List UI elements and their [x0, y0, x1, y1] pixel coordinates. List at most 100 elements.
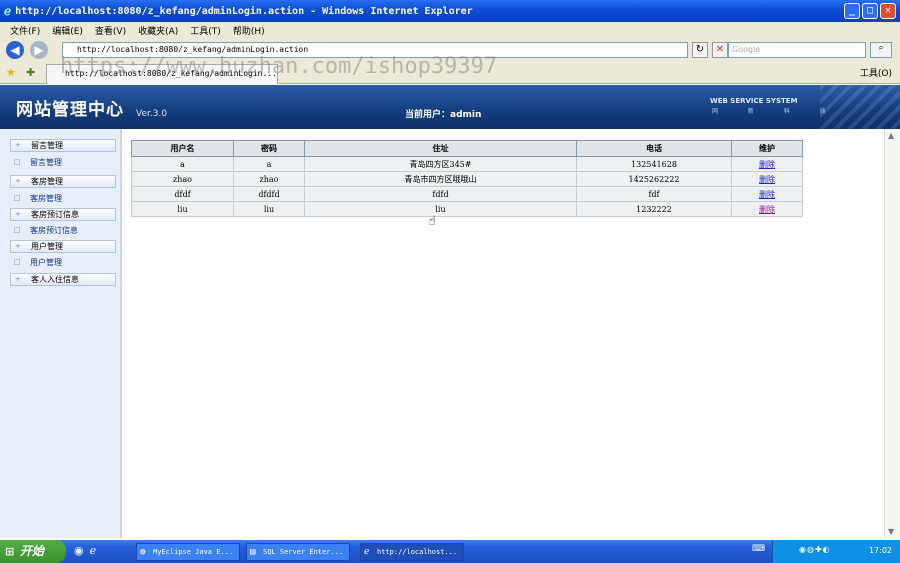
table-row: dfdf dfdfd fdfd fdf 删除: [131, 186, 803, 202]
cell-actions: 删除: [731, 171, 803, 187]
address-url: http://localhost:8080/z_kefang/adminLogi…: [77, 45, 309, 54]
sidebar-item-message-head[interactable]: + 留言管理: [10, 139, 116, 152]
delete-link[interactable]: 删除: [759, 205, 775, 214]
menu-edit[interactable]: 编辑(E): [52, 24, 83, 37]
scroll-down-icon[interactable]: ▼: [888, 527, 894, 536]
cell-address: 青岛市四方区哦哦山: [304, 171, 577, 187]
cell-username: liu: [131, 201, 234, 217]
cell-address: fdfd: [304, 186, 577, 202]
menu-favorites[interactable]: 收藏夹(A): [138, 24, 178, 37]
task-myeclipse[interactable]: ◍ MyEclipse Java E...: [136, 543, 240, 561]
cell-actions: 删除: [731, 186, 803, 202]
forward-icon[interactable]: ▶: [30, 41, 48, 59]
menu-tools[interactable]: 工具(T): [190, 24, 221, 37]
system-tray: ◉◍✚◐ 17:02: [772, 540, 900, 563]
sidebar-item-user[interactable]: □ 用户管理: [10, 257, 116, 270]
cell-password: liu: [233, 201, 305, 217]
delete-link[interactable]: 删除: [759, 175, 775, 184]
cell-username: dfdf: [131, 186, 234, 202]
keyboard-icon[interactable]: ⌨: [752, 544, 765, 558]
site-version: Ver.3.0: [136, 109, 168, 119]
system-name: WEB SERVICE SYSTEM: [710, 97, 798, 105]
sql-server-icon: ▤: [250, 547, 256, 557]
window-titlebar[interactable]: ℯ http://localhost:8080/z_kefang/adminLo…: [0, 0, 900, 22]
cell-password: zhao: [233, 171, 305, 187]
delete-link[interactable]: 删除: [759, 160, 775, 169]
start-label: 开始: [20, 544, 45, 558]
header-actions: 维护: [731, 140, 803, 157]
table-header-row: 用户名 密码 住址 电话 维护: [131, 140, 803, 157]
sidebar-item-user-head[interactable]: + 用户管理: [10, 240, 116, 253]
desktop-icon[interactable]: ◉: [74, 544, 84, 557]
sidebar-item-booking-head[interactable]: + 客房预订信息: [10, 208, 116, 221]
cell-actions: 删除: [731, 201, 803, 217]
task-ie[interactable]: ℯ http://localhost...: [360, 543, 464, 561]
scroll-up-icon[interactable]: ▲: [888, 131, 894, 140]
header-username: 用户名: [131, 140, 234, 157]
item-icon: □: [14, 226, 21, 234]
cell-username: zhao: [131, 171, 234, 187]
current-user: 当前用户：admin: [405, 110, 482, 120]
sidebar-item-message[interactable]: □ 留言管理: [10, 157, 116, 170]
myeclipse-icon: ◍: [140, 547, 146, 557]
item-icon: □: [14, 158, 21, 166]
header-password: 密码: [233, 140, 305, 157]
sidebar: + 留言管理 □ 留言管理 + 客房管理 □ 客房管理 + 客房预订信息 □ 客房预订信息 …: [0, 129, 122, 538]
quick-launch: ◉ ℯ: [74, 544, 96, 557]
vertical-scrollbar[interactable]: ▲ ▼: [884, 129, 900, 538]
site-logo: 网站管理中心: [16, 100, 124, 120]
cell-phone: 1232222: [576, 201, 732, 217]
window-title: http://localhost:8080/z_kefang/adminLogi…: [15, 5, 473, 17]
cell-username: a: [131, 156, 234, 172]
watermark-text: https://www.huzhan.com/ishop39397: [60, 54, 498, 79]
menu-view[interactable]: 查看(V): [95, 24, 126, 37]
windows-flag-icon: ⊞: [5, 545, 15, 558]
taskbar: ⊞ 开始 ◉ ℯ ◍ MyEclipse Java E... ▤ SQL Serve…: [0, 540, 900, 563]
sidebar-item-room[interactable]: □ 客房管理: [10, 193, 116, 206]
minimize-button[interactable]: _: [844, 3, 860, 19]
sidebar-item-room-head[interactable]: + 客房管理: [10, 175, 116, 188]
table-row: a a 青岛四方区345# 132541628 删除: [131, 156, 803, 172]
expand-icon: +: [15, 242, 21, 250]
expand-icon: +: [15, 275, 21, 283]
cell-actions: 删除: [731, 156, 803, 172]
stop-icon[interactable]: ✕: [712, 42, 728, 58]
tools-button[interactable]: 工具(O): [860, 66, 892, 79]
cell-address: 青岛四方区345#: [304, 156, 577, 172]
menu-help[interactable]: 帮助(H): [233, 24, 265, 37]
table-row: zhao zhao 青岛市四方区哦哦山 1425262222 删除: [131, 171, 803, 187]
search-input[interactable]: Google: [728, 42, 866, 58]
expand-icon: +: [15, 177, 21, 185]
close-button[interactable]: ✕: [880, 3, 896, 19]
sidebar-item-checkin-head[interactable]: + 客人入住信息: [10, 273, 116, 286]
delete-link[interactable]: 删除: [759, 190, 775, 199]
back-icon[interactable]: ◀: [6, 41, 24, 59]
header-phone: 电话: [576, 140, 732, 157]
ie-logo-icon: ℯ: [4, 4, 12, 18]
menu-file[interactable]: 文件(F): [10, 24, 40, 37]
cell-password: a: [233, 156, 305, 172]
header-address: 住址: [304, 140, 577, 157]
maximize-button[interactable]: □: [862, 3, 878, 19]
expand-icon: +: [15, 210, 21, 218]
tray-icons[interactable]: ◉◍✚◐: [799, 545, 831, 554]
expand-icon: +: [15, 141, 21, 149]
sidebar-item-booking[interactable]: □ 客房预订信息: [10, 225, 116, 238]
cell-password: dfdfd: [233, 186, 305, 202]
add-favorite-icon[interactable]: ✚: [26, 66, 35, 79]
search-placeholder: Google: [732, 45, 761, 54]
cell-address: liu: [304, 201, 577, 217]
ie-quicklaunch-icon[interactable]: ℯ: [90, 544, 97, 557]
item-icon: □: [14, 194, 21, 202]
cell-phone: fdf: [576, 186, 732, 202]
task-sql-server[interactable]: ▤ SQL Server Enter...: [246, 543, 350, 561]
cell-phone: 1425262222: [576, 171, 732, 187]
favorites-star-icon[interactable]: ★: [6, 66, 16, 79]
header-decoration: [820, 85, 900, 129]
menu-bar: 文件(F) 编辑(E) 查看(V) 收藏夹(A) 工具(T) 帮助(H): [0, 22, 900, 38]
item-icon: □: [14, 258, 21, 266]
refresh-icon[interactable]: ↻: [692, 42, 708, 58]
start-button[interactable]: ⊞ 开始: [0, 540, 66, 563]
search-icon[interactable]: ⌕: [870, 42, 892, 58]
site-header: 网站管理中心 Ver.3.0 当前用户：admin WEB SERVICE SY…: [0, 85, 900, 129]
